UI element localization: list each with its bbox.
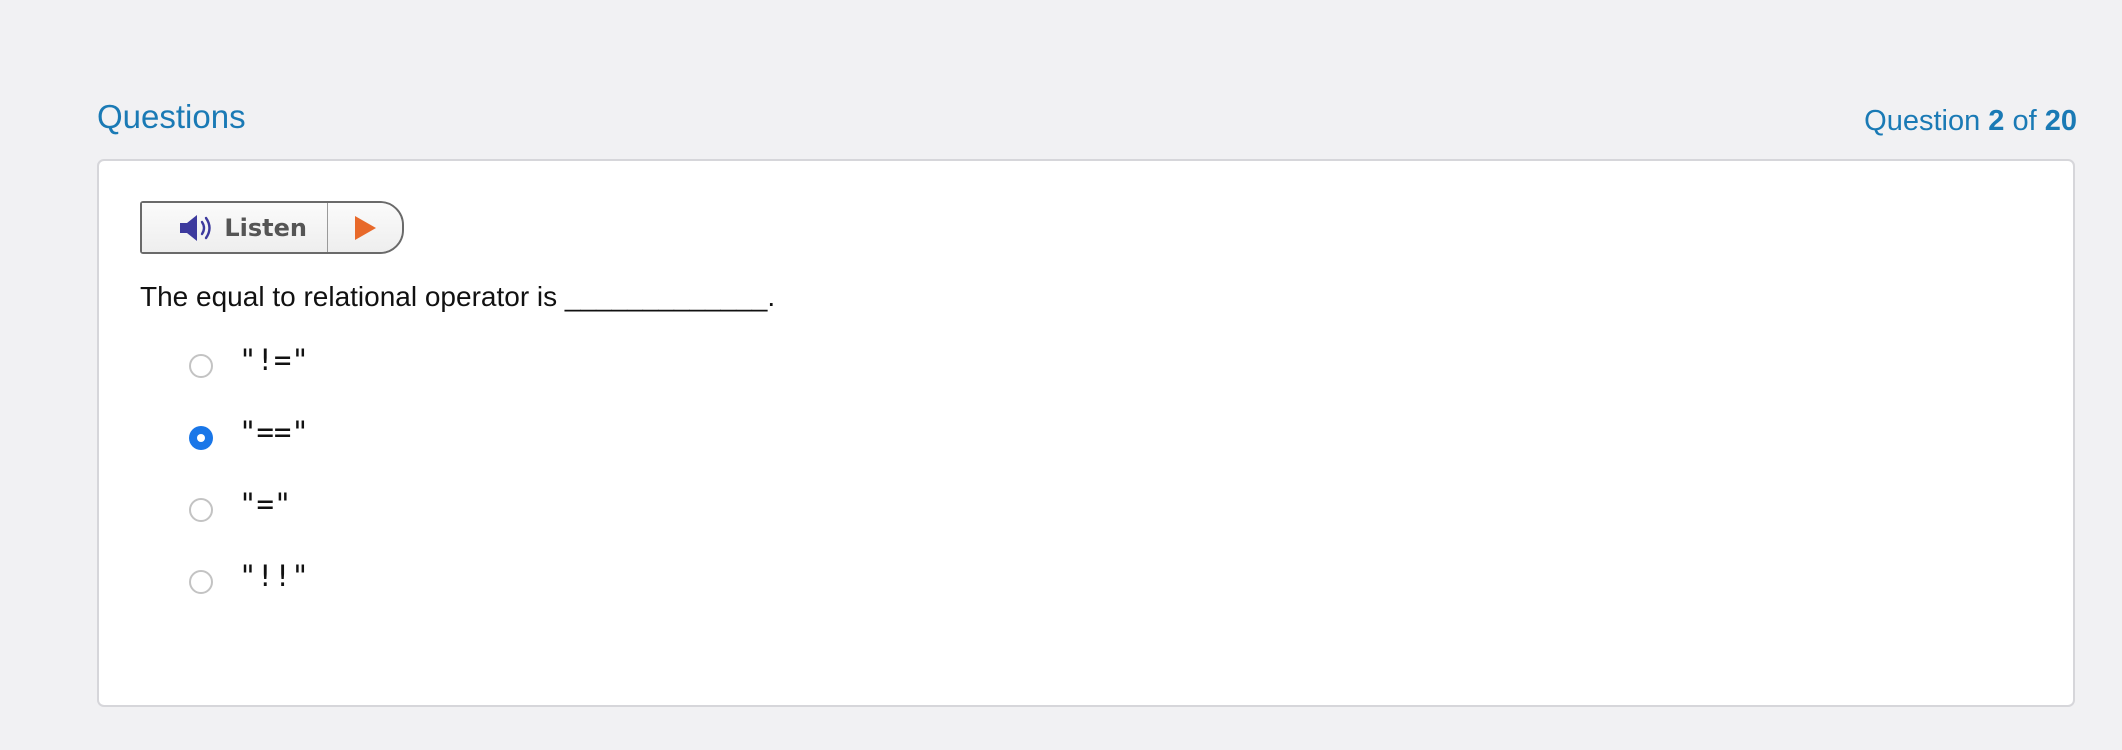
progress-of: of [2012,105,2037,137]
answer-option[interactable]: "!=" [189,343,589,415]
listen-main-button[interactable]: Listen [142,203,328,252]
page-title: Questions [97,98,246,135]
answer-radio[interactable] [189,354,213,378]
question-progress: Question 2 of 20 [1864,107,2077,136]
speaker-icon [180,214,212,241]
answer-option[interactable]: "==" [189,415,589,487]
answer-option-label[interactable]: "==" [239,415,309,449]
question-card: Listen The equal to relational operator … [97,159,2075,707]
answer-radio[interactable] [189,498,213,522]
answer-radio[interactable] [189,570,213,594]
question-text: The equal to relational operator is ____… [140,281,776,312]
listen-button[interactable]: Listen [140,201,404,254]
answer-option-label[interactable]: "!=" [239,343,309,377]
answer-option-label[interactable]: "!!" [239,559,309,593]
total-question-count: 20 [2044,105,2077,137]
play-icon [355,215,376,240]
answer-options: "!=" "==" "=" "!!" [189,343,589,631]
current-question-number: 2 [1988,105,2005,137]
answer-option-label[interactable]: "=" [239,487,291,521]
answer-option[interactable]: "=" [189,487,589,559]
progress-prefix: Question [1864,105,1981,137]
answer-radio-selected[interactable] [189,426,213,450]
listen-label: Listen [224,213,307,242]
answer-option[interactable]: "!!" [189,559,589,631]
play-button[interactable] [328,203,402,252]
